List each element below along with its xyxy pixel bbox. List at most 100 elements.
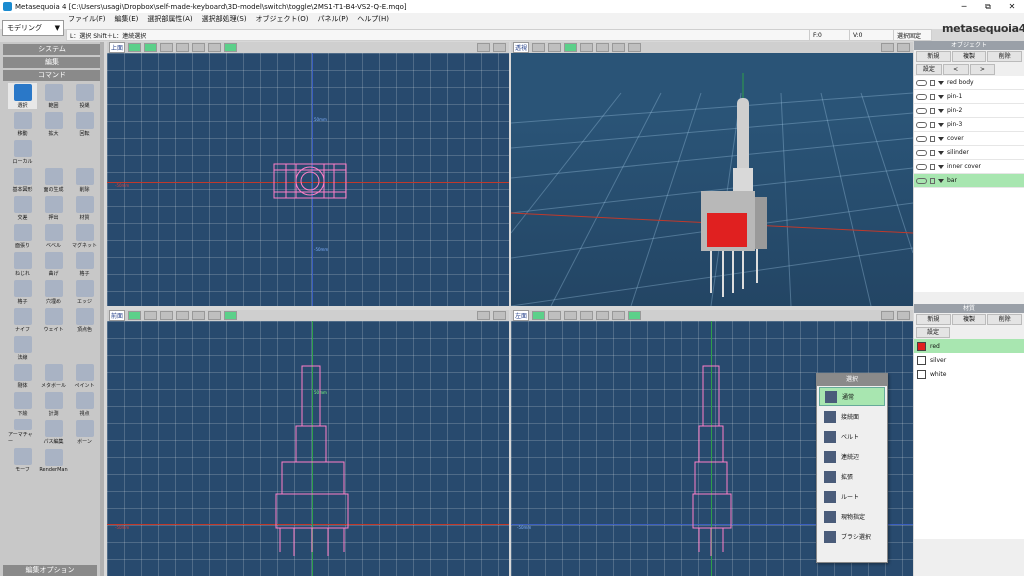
material-clone-button[interactable]: 複製 bbox=[951, 314, 987, 325]
select-mode-button[interactable] bbox=[532, 311, 546, 320]
system-header[interactable]: システム bbox=[3, 44, 101, 55]
select-popup-title[interactable]: 選択 bbox=[817, 374, 887, 386]
tool-button[interactable]: 法線 bbox=[8, 335, 37, 361]
tool-button[interactable]: 穴埋め bbox=[39, 279, 68, 305]
model-front-view[interactable] bbox=[272, 362, 352, 556]
maximize-button[interactable]: ⧉ bbox=[976, 2, 1000, 12]
face-mode-button[interactable] bbox=[564, 43, 578, 52]
tool-button[interactable]: 頂点色 bbox=[70, 307, 99, 333]
select-mode-item[interactable]: 接続面 bbox=[819, 407, 885, 426]
face-mode-button[interactable] bbox=[160, 43, 174, 52]
view-label-front[interactable]: 前面 bbox=[109, 310, 126, 321]
material-row[interactable]: silver bbox=[914, 353, 1024, 367]
close-button[interactable]: ✕ bbox=[1000, 2, 1024, 12]
minimize-button[interactable]: ─ bbox=[952, 2, 976, 12]
tool-button[interactable]: ねじれ bbox=[8, 251, 37, 277]
command-header[interactable]: コマンド bbox=[3, 70, 101, 81]
tool-button[interactable]: 削除 bbox=[70, 167, 99, 193]
screen-icon[interactable] bbox=[897, 43, 910, 52]
objects-panel-title[interactable]: オブジェクト bbox=[914, 41, 1024, 50]
eye-icon[interactable] bbox=[916, 79, 927, 86]
tool-button[interactable]: 格子 bbox=[8, 279, 37, 305]
zoom-icon[interactable] bbox=[881, 311, 894, 320]
material-delete-button[interactable]: 削除 bbox=[987, 314, 1023, 325]
tool-button[interactable] bbox=[70, 447, 99, 473]
object-row[interactable]: pin-1 bbox=[914, 90, 1024, 104]
lasso-mode-button[interactable] bbox=[548, 43, 562, 52]
eye-icon[interactable] bbox=[916, 177, 927, 184]
zoom-icon[interactable] bbox=[881, 43, 894, 52]
tool-button[interactable]: 面の生成 bbox=[39, 167, 68, 193]
menu-process[interactable]: 選択部処理(S) bbox=[202, 14, 247, 24]
tool-button[interactable]: メタボール bbox=[39, 363, 68, 389]
tool-button[interactable]: 押出 bbox=[39, 195, 68, 221]
eye-icon[interactable] bbox=[916, 93, 927, 100]
select-mode-item[interactable]: ルート bbox=[819, 487, 885, 506]
menu-help[interactable]: ヘルプ(H) bbox=[357, 14, 389, 24]
tool-button[interactable]: 選択 bbox=[8, 83, 37, 109]
refresh-icon[interactable] bbox=[628, 43, 642, 52]
object-clone-button[interactable]: 複製 bbox=[951, 51, 987, 62]
tool-button[interactable]: ベベル bbox=[39, 223, 68, 249]
object-next-button[interactable]: > bbox=[969, 64, 996, 75]
lock-icon[interactable] bbox=[930, 79, 935, 86]
expand-icon[interactable] bbox=[938, 122, 944, 127]
expand-icon[interactable] bbox=[938, 136, 944, 141]
expand-icon[interactable] bbox=[938, 108, 944, 113]
material-new-button[interactable]: 新規 bbox=[916, 314, 951, 325]
object-new-button[interactable]: 新規 bbox=[916, 51, 951, 62]
eye-icon[interactable] bbox=[916, 135, 927, 142]
edit-header[interactable]: 編集 bbox=[3, 57, 101, 68]
tool-button[interactable]: アーマチャー bbox=[8, 419, 37, 445]
viewport-top[interactable]: 上面 -50mm 50mm -50mm bbox=[107, 42, 509, 306]
gear-icon[interactable] bbox=[612, 43, 626, 52]
tool-button[interactable]: パス編集 bbox=[39, 419, 68, 445]
lasso-mode-button[interactable] bbox=[144, 311, 158, 320]
tool-button[interactable]: 計測 bbox=[39, 391, 68, 417]
screen-icon[interactable] bbox=[897, 311, 910, 320]
expand-icon[interactable] bbox=[938, 80, 944, 85]
cube-icon[interactable] bbox=[596, 43, 610, 52]
tool-button[interactable]: RenderMan bbox=[39, 447, 68, 473]
select-mode-item[interactable]: ブラシ選択 bbox=[819, 527, 885, 546]
tool-button[interactable]: マグネット bbox=[70, 223, 99, 249]
tool-button[interactable]: 拡大 bbox=[39, 111, 68, 137]
perspective-scene[interactable] bbox=[511, 53, 913, 306]
tool-button[interactable]: ペイント bbox=[70, 363, 99, 389]
tool-button[interactable]: ナイフ bbox=[8, 307, 37, 333]
screen-icon[interactable] bbox=[493, 311, 506, 320]
cube-icon[interactable] bbox=[192, 311, 206, 320]
lasso-mode-button[interactable] bbox=[144, 43, 158, 52]
lasso-mode-button[interactable] bbox=[548, 311, 562, 320]
select-mode-item[interactable]: 通常 bbox=[819, 387, 885, 406]
view-label-persp[interactable]: 透視 bbox=[513, 42, 530, 53]
object-row[interactable]: cover bbox=[914, 132, 1024, 146]
select-mode-button[interactable] bbox=[128, 311, 142, 320]
object-delete-button[interactable]: 削除 bbox=[987, 51, 1023, 62]
tool-button[interactable] bbox=[39, 335, 68, 361]
expand-icon[interactable] bbox=[938, 94, 944, 99]
shade-button[interactable] bbox=[580, 311, 594, 320]
refresh-icon[interactable] bbox=[628, 311, 642, 320]
menu-attr[interactable]: 選択部属性(A) bbox=[147, 14, 192, 24]
select-mode-item[interactable]: 現物指定 bbox=[819, 507, 885, 526]
select-lock-button[interactable]: 選択固定 bbox=[893, 30, 931, 40]
zoom-icon[interactable] bbox=[477, 311, 490, 320]
tool-button[interactable]: 移動 bbox=[8, 111, 37, 137]
tool-button[interactable] bbox=[70, 335, 99, 361]
object-prev-button[interactable]: < bbox=[942, 64, 969, 75]
tool-button[interactable]: 範囲 bbox=[39, 83, 68, 109]
select-mode-button[interactable] bbox=[128, 43, 142, 52]
tool-button[interactable]: 面張り bbox=[8, 223, 37, 249]
tool-button[interactable]: ボーン bbox=[70, 419, 99, 445]
object-row[interactable]: bar bbox=[914, 174, 1024, 188]
face-mode-button[interactable] bbox=[160, 311, 174, 320]
menu-edit[interactable]: 編集(E) bbox=[115, 14, 139, 24]
object-row[interactable]: inner cover bbox=[914, 160, 1024, 174]
lock-icon[interactable] bbox=[930, 177, 935, 184]
select-mode-button[interactable] bbox=[532, 43, 546, 52]
mode-select[interactable]: モデリング ▼ bbox=[2, 20, 64, 36]
object-row[interactable]: pin-2 bbox=[914, 104, 1024, 118]
object-row[interactable]: pin-3 bbox=[914, 118, 1024, 132]
tool-button[interactable]: 投縄 bbox=[70, 83, 99, 109]
